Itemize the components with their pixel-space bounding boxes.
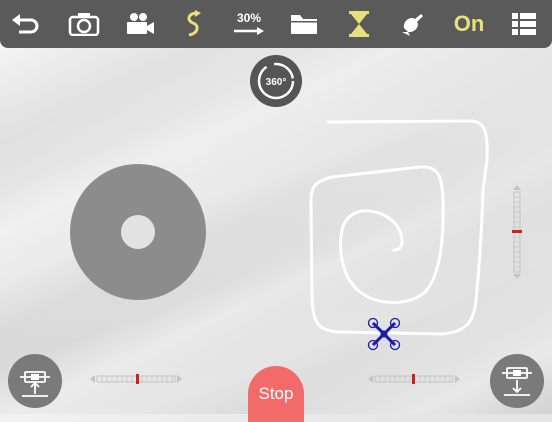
stop-button-label: Stop [258,384,294,403]
vertical-trim-right[interactable] [512,185,522,279]
vertical-trim-marker [512,230,522,233]
takeoff-button[interactable] [8,354,62,408]
landing-icon [502,367,532,396]
landing-button[interactable] [490,354,544,408]
horizontal-trim-right[interactable] [368,372,460,384]
horizontal-trim-left-marker [136,374,139,384]
flight-path-line [309,119,489,336]
takeoff-icon [20,371,50,397]
horizontal-trim-right-scale [368,374,460,384]
horizontal-trim-left-scale [90,374,182,384]
horizontal-trim-right-marker [412,374,415,384]
vertical-trim-scale [512,185,522,279]
flight-path-canvas[interactable] [0,0,552,414]
horizontal-trim-left[interactable] [90,372,182,384]
